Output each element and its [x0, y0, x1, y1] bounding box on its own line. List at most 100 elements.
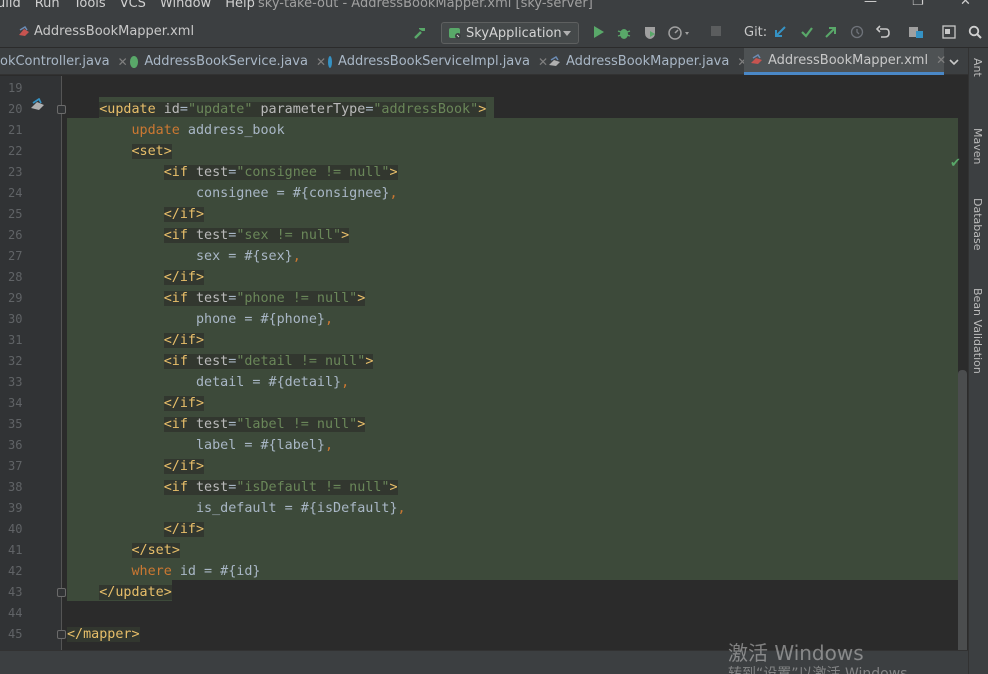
git-push-icon[interactable] — [824, 25, 838, 43]
stop-icon[interactable] — [710, 25, 722, 41]
window-title: sky-take-out - AddressBookMapper.xml [sk… — [258, 0, 593, 11]
code-line: detail = #{detail}, — [67, 375, 350, 390]
spring-boot-icon — [448, 26, 462, 40]
mybatis-xml-icon — [750, 53, 762, 66]
breadcrumb-file: AddressBookMapper.xml — [34, 24, 195, 39]
line-number: 39 — [8, 501, 23, 515]
code-line: <if test="consignee != null"> — [163, 165, 398, 180]
line-number: 41 — [8, 543, 23, 557]
tool-ant[interactable]: Ant — [971, 58, 984, 77]
run-configuration-label: SkyApplication — [466, 25, 562, 41]
code-line: <set> — [131, 144, 172, 159]
tab-address-book-mapper-xml[interactable]: AddressBookMapper.xml ✕ — [744, 48, 946, 75]
menu-help[interactable]: Help — [225, 0, 255, 11]
line-number: 23 — [8, 165, 23, 179]
line-number: 44 — [8, 606, 23, 620]
line-number: 29 — [8, 291, 23, 305]
code-line: </if> — [163, 396, 205, 411]
code-line: </if> — [163, 459, 205, 474]
menu-window[interactable]: Window — [160, 0, 211, 11]
tab-address-book-controller[interactable]: okController.java ✕ — [0, 48, 128, 75]
git-update-icon[interactable] — [773, 25, 787, 43]
right-tool-strip: Ant Maven Database Bean Validation — [968, 48, 988, 674]
code-line: <if test="label != null"> — [163, 417, 366, 432]
close-icon[interactable]: ✕ — [118, 55, 128, 69]
tab-address-book-service-impl[interactable]: AddressBookServiceImpl.java ✕ — [328, 48, 548, 75]
line-number: 26 — [8, 228, 23, 242]
fold-marker-icon[interactable] — [57, 588, 66, 597]
toggle-presentation-icon[interactable] — [942, 25, 956, 43]
profiler-icon[interactable] — [668, 25, 690, 45]
editor-gutter: 19 20 21 22 23 24 25 26 27 28 29 30 31 32 33 34 35 36 37 38… — [0, 76, 66, 650]
code-line: <if test="sex != null"> — [163, 228, 350, 243]
line-number: 33 — [8, 375, 23, 389]
run-icon[interactable] — [592, 25, 606, 43]
fold-marker-icon[interactable] — [57, 105, 66, 114]
code-line: phone = #{phone}, — [67, 312, 334, 327]
fold-marker-icon[interactable] — [57, 630, 66, 639]
tab-label: AddressBookMapper.xml — [768, 52, 929, 68]
minimize-icon[interactable]: — — [864, 0, 877, 9]
line-number: 35 — [8, 417, 23, 431]
class-icon — [328, 55, 333, 68]
navigation-toolbar: AddressBookMapper.xml SkyApplication Git… — [0, 12, 988, 48]
code-line: <if test="detail != null"> — [163, 354, 374, 369]
windows-activation-hint: 转到“设置”以激活 Windows — [728, 666, 908, 674]
menu-vcs[interactable]: VCS — [120, 0, 146, 11]
mybatis-xml-icon — [18, 25, 30, 38]
code-line: <update id="update" parameterType="addre… — [99, 102, 487, 117]
main-menu: uild Run Tools VCS Window Help — [0, 0, 269, 11]
line-number: 28 — [8, 270, 23, 284]
tool-database[interactable]: Database — [971, 198, 984, 251]
maximize-icon[interactable]: ❐ — [912, 0, 924, 9]
menu-bar: uild Run Tools VCS Window Help sky-take-… — [0, 0, 988, 12]
close-icon[interactable]: ✕ — [936, 53, 946, 67]
search-icon[interactable] — [968, 25, 982, 43]
breadcrumb[interactable]: AddressBookMapper.xml — [18, 24, 194, 39]
tab-label: AddressBookService.java — [144, 54, 308, 69]
menu-build[interactable]: uild — [0, 0, 21, 11]
close-icon[interactable]: ✕ — [316, 55, 326, 69]
git-commit-icon[interactable] — [800, 25, 814, 43]
line-number: 45 — [8, 627, 23, 641]
tool-bean-validation[interactable]: Bean Validation — [971, 288, 984, 374]
menu-run[interactable]: Run — [35, 0, 60, 11]
inspection-ok-icon[interactable]: ✔ — [950, 156, 961, 171]
line-number: 43 — [8, 585, 23, 599]
code-line: </set> — [131, 543, 180, 558]
mybatis-navigate-icon[interactable] — [30, 97, 46, 116]
tool-maven[interactable]: Maven — [971, 128, 984, 164]
chevron-down-icon[interactable] — [948, 48, 964, 75]
chevron-down-icon — [563, 31, 571, 36]
project-structure-icon[interactable] — [908, 25, 924, 43]
menu-tools[interactable]: Tools — [74, 0, 106, 11]
history-icon[interactable] — [850, 25, 864, 43]
close-window-icon[interactable]: ✕ — [960, 0, 971, 9]
line-number: 20 — [8, 102, 23, 116]
close-icon[interactable]: ✕ — [538, 55, 548, 69]
debug-icon[interactable] — [616, 25, 632, 45]
code-editor[interactable]: 19 20 21 22 23 24 25 26 27 28 29 30 31 32 33 34 35 36 37 38… — [0, 76, 968, 650]
run-configuration-select[interactable]: SkyApplication — [441, 22, 579, 44]
line-number: 24 — [8, 186, 23, 200]
git-label: Git: — [744, 25, 768, 40]
line-number: 22 — [8, 144, 23, 158]
code-line: </if> — [163, 207, 205, 222]
coverage-icon[interactable] — [642, 25, 658, 45]
tab-address-book-mapper-java[interactable]: AddressBookMapper.java ✕ — [548, 48, 747, 75]
code-line: where id = #{id} — [131, 564, 261, 579]
code-line: update address_book — [131, 123, 285, 138]
line-number: 27 — [8, 249, 23, 263]
line-number: 34 — [8, 396, 23, 410]
code-line: </update> — [99, 585, 172, 600]
tab-address-book-service[interactable]: AddressBookService.java ✕ — [130, 48, 326, 75]
vertical-scrollbar[interactable] — [958, 370, 967, 650]
line-number: 37 — [8, 459, 23, 473]
build-hammer-icon[interactable] — [412, 25, 428, 45]
rollback-icon[interactable] — [875, 25, 890, 43]
tab-label: okController.java — [0, 54, 110, 69]
code-line: label = #{label}, — [67, 438, 334, 453]
code-line: <if test="isDefault != null"> — [163, 480, 398, 495]
code-line: </if> — [163, 333, 205, 348]
tab-label: AddressBookServiceImpl.java — [338, 54, 530, 69]
